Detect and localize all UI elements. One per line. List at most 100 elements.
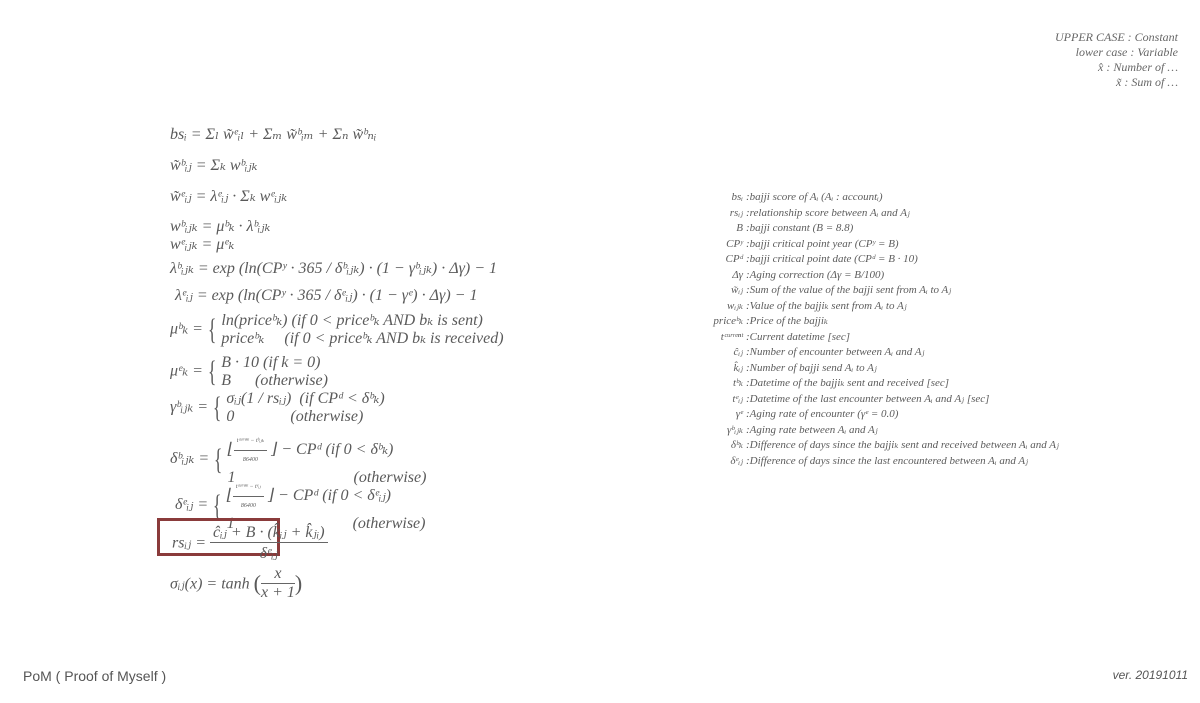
notation-legend: UPPER CASE : Constant lower case : Varia… (1055, 30, 1178, 90)
formula-mu-b: μᵇₖ = { ln(priceᵇₖ) (if 0 < priceᵇₖ AND … (170, 312, 504, 348)
definition-row: CPᵈ: bajji critical point date (CPᵈ = B … (695, 252, 1059, 268)
gamma-lhs: γᵇᵢⱼₖ = (170, 398, 208, 416)
definition-row: w̃ᵢⱼ: Sum of the value of the bajji sent… (695, 283, 1059, 299)
definition-row: δᵉᵢⱼ: Difference of days since the last … (695, 454, 1059, 470)
delta-b-denominator: 86400 (242, 457, 258, 463)
definition-text: Price of the bajjiₖ (749, 315, 828, 327)
delta-e-lhs: δᵉᵢⱼ = (175, 496, 209, 514)
formula-w-e: wᵉᵢⱼₖ = μᵉₖ (170, 236, 235, 253)
delta-e-denominator: 86400 (240, 503, 256, 509)
delta-e-numerator: tᶜᵘʳʳᵉⁿᵗ − tᵉᵢⱼ (232, 478, 264, 497)
definition-row: B: bajji constant (B = 8.8) (695, 221, 1059, 237)
definition-text: Aging rate of encounter (γᵉ = 0.0) (749, 408, 899, 420)
definition-row: bsᵢ: bajji score of Aᵢ (Aᵢ : accountᵢ) (695, 190, 1059, 206)
mu-e-lhs: μᵉₖ = (170, 362, 203, 380)
definition-text: Difference of days since the bajjiₖ sent… (749, 439, 1059, 451)
legend-item: x̂ : Number of … (1098, 60, 1178, 74)
left-brace-icon: { (213, 488, 222, 522)
delta-b-numerator: tᶜᵘʳʳᵉⁿᵗ − tᵇᵢⱼₖ (233, 432, 267, 451)
formula-gamma-b: γᵇᵢⱼₖ = { σᵢⱼ(1 / rsᵢⱼ) (if CPᵈ < δᵇₖ) 0… (170, 390, 385, 426)
mu-b-case-received: priceᵇₖ (if 0 < priceᵇₖ AND bₖ is receiv… (221, 330, 504, 347)
definition-text: Number of encounter between Aᵢ and Aⱼ (749, 346, 925, 358)
left-brace-icon: { (214, 442, 223, 476)
delta-e-otherwise: (otherwise) (352, 515, 426, 532)
definition-symbol: B (736, 222, 743, 234)
definition-symbol: CPʸ (726, 237, 743, 250)
definition-row: priceᵇₖ: Price of the bajjiₖ (695, 314, 1059, 330)
definition-text: bajji critical point date (CPᵈ = B · 10) (749, 253, 918, 265)
definition-symbol: δᵉᵢⱼ (730, 454, 743, 467)
definition-symbol: w̃ᵢⱼ (731, 284, 743, 296)
definition-symbol: rsᵢⱼ (729, 206, 743, 219)
mu-e-case-2: B (otherwise) (221, 372, 328, 389)
definition-symbol: δᵇₖ (730, 439, 743, 451)
definition-row: CPʸ: bajji critical point year (CPʸ = B) (695, 237, 1059, 253)
rs-denominator: δᵉᵢⱼ (259, 545, 279, 562)
definition-row: δᵇₖ: Difference of days since the bajjiₖ… (695, 438, 1059, 454)
formula-relationship-score: rsᵢⱼ = ĉᵢⱼ + B · (k̂ᵢⱼ + k̂ⱼᵢ) δᵉᵢⱼ (172, 522, 328, 563)
sigma-numerator: x (260, 565, 295, 584)
definition-row: Δγ: Aging correction (Δγ = B/100) (695, 268, 1059, 284)
definition-text: relationship score between Aᵢ and Aⱼ (749, 206, 910, 219)
left-brace-icon: { (207, 313, 217, 346)
definition-text: Datetime of the bajjiₖ sent and received… (749, 377, 950, 389)
legend-item: x̃ : Sum of … (1116, 75, 1178, 89)
formula-bajji-score: bsᵢ = Σₗ w̃ᵉᵢₗ + Σₘ w̃ᵇᵢₘ + Σₙ w̃ᵇₙᵢ (170, 126, 377, 143)
formula-sigma: σᵢⱼ(x) = tanh (x x + 1) (170, 565, 303, 601)
left-brace-icon: { (207, 355, 217, 388)
definition-row: tᶜᵘʳʳᵉⁿᵗ: Current datetime [sec] (695, 330, 1059, 346)
formula-w-b-sum: w̃ᵇᵢⱼ = Σₖ wᵇᵢⱼₖ (170, 157, 258, 174)
rs-lhs: rsᵢⱼ = (172, 534, 207, 552)
definition-row: tᵉᵢⱼ: Datetime of the last encounter bet… (695, 392, 1059, 408)
definition-symbol: CPᵈ (725, 253, 743, 265)
gamma-case-1: σᵢⱼ(1 / rsᵢⱼ) (if CPᵈ < δᵇₖ) (226, 390, 385, 407)
mu-b-case-sent: ln(priceᵇₖ) (if 0 < priceᵇₖ AND bₖ is se… (221, 312, 483, 329)
formula-mu-e: μᵉₖ = { B · 10 (if k = 0) B (otherwise) (170, 354, 328, 390)
formula-w-e-sum: w̃ᵉᵢⱼ = λᵉᵢⱼ · Σₖ wᵉᵢⱼₖ (170, 188, 288, 205)
legend-item: UPPER CASE : Constant (1055, 30, 1178, 44)
definition-symbol: tᵉᵢⱼ (732, 392, 743, 405)
definition-text: Sum of the value of the bajji sent from … (749, 284, 952, 296)
mu-e-case-1: B · 10 (if k = 0) (221, 354, 321, 371)
definition-text: bajji critical point year (CPʸ = B) (749, 237, 899, 250)
definition-symbol: priceᵇₖ (713, 315, 743, 327)
definition-symbol: tᵇₖ (732, 377, 743, 389)
definitions-list: bsᵢ: bajji score of Aᵢ (Aᵢ : accountᵢ) rs… (695, 190, 1059, 469)
definition-text: bajji score of Aᵢ (Aᵢ : accountᵢ) (749, 191, 883, 203)
definition-row: γᵇᵢⱼₖ: Aging rate between Aᵢ and Aⱼ (695, 423, 1059, 439)
rs-numerator: ĉᵢⱼ + B · (k̂ᵢⱼ + k̂ⱼᵢ) (210, 522, 328, 543)
definition-text: Datetime of the last encounter between A… (749, 392, 990, 405)
gamma-case-2: 0 (otherwise) (226, 408, 364, 425)
definition-symbol: γᵉ (735, 408, 743, 420)
definition-text: Value of the bajjiₖ sent from Aᵢ to Aⱼ (749, 299, 907, 312)
definition-row: γᵉ: Aging rate of encounter (γᵉ = 0.0) (695, 407, 1059, 423)
version-label: ver. 20191011 (1112, 668, 1188, 682)
definition-text: Aging rate between Aᵢ and Aⱼ (749, 423, 878, 436)
sigma-denominator: x + 1 (260, 584, 295, 601)
left-brace-icon: { (212, 391, 222, 424)
definition-text: Aging correction (Δγ = B/100) (749, 268, 885, 281)
definition-text: bajji constant (B = 8.8) (749, 222, 854, 234)
definition-symbol: ĉᵢⱼ (733, 346, 743, 358)
formula-lambda-b: λᵇᵢⱼₖ = exp (ln(CPʸ · 365 / δᵇᵢⱼₖ) · (1 … (170, 260, 498, 277)
definition-text: Difference of days since the last encoun… (749, 454, 1029, 467)
definition-symbol: tᶜᵘʳʳᵉⁿᵗ (720, 330, 743, 343)
definition-row: wᵢⱼₖ: Value of the bajjiₖ sent from Aᵢ t… (695, 299, 1059, 315)
sigma-lhs: σᵢⱼ(x) = tanh (170, 575, 250, 593)
definition-symbol: wᵢⱼₖ (727, 299, 743, 312)
definition-text: Number of bajji send Aᵢ to Aⱼ (749, 361, 877, 374)
definition-symbol: Δγ (732, 268, 743, 281)
definition-symbol: k̂ᵢⱼ (733, 361, 743, 374)
definition-text: Current datetime [sec] (749, 330, 851, 343)
definition-symbol: bsᵢ (731, 191, 743, 203)
definition-row: rsᵢⱼ: relationship score between Aᵢ and … (695, 206, 1059, 222)
footer-title: PoM ( Proof of Myself ) (23, 668, 167, 684)
definition-symbol: γᵇᵢⱼₖ (727, 423, 743, 436)
definition-row: tᵇₖ: Datetime of the bajjiₖ sent and rec… (695, 376, 1059, 392)
formula-w-b: wᵇᵢⱼₖ = μᵇₖ · λᵇᵢⱼₖ (170, 218, 271, 235)
legend-item: lower case : Variable (1075, 45, 1178, 59)
mu-b-lhs: μᵇₖ = (170, 320, 203, 338)
delta-b-tail: ⌋ − CPᵈ (if 0 < δᵇₖ) (271, 441, 394, 459)
delta-e-tail: ⌋ − CPᵈ (if 0 < δᵉᵢⱼ) (267, 487, 391, 505)
definition-row: k̂ᵢⱼ: Number of bajji send Aᵢ to Aⱼ (695, 361, 1059, 377)
